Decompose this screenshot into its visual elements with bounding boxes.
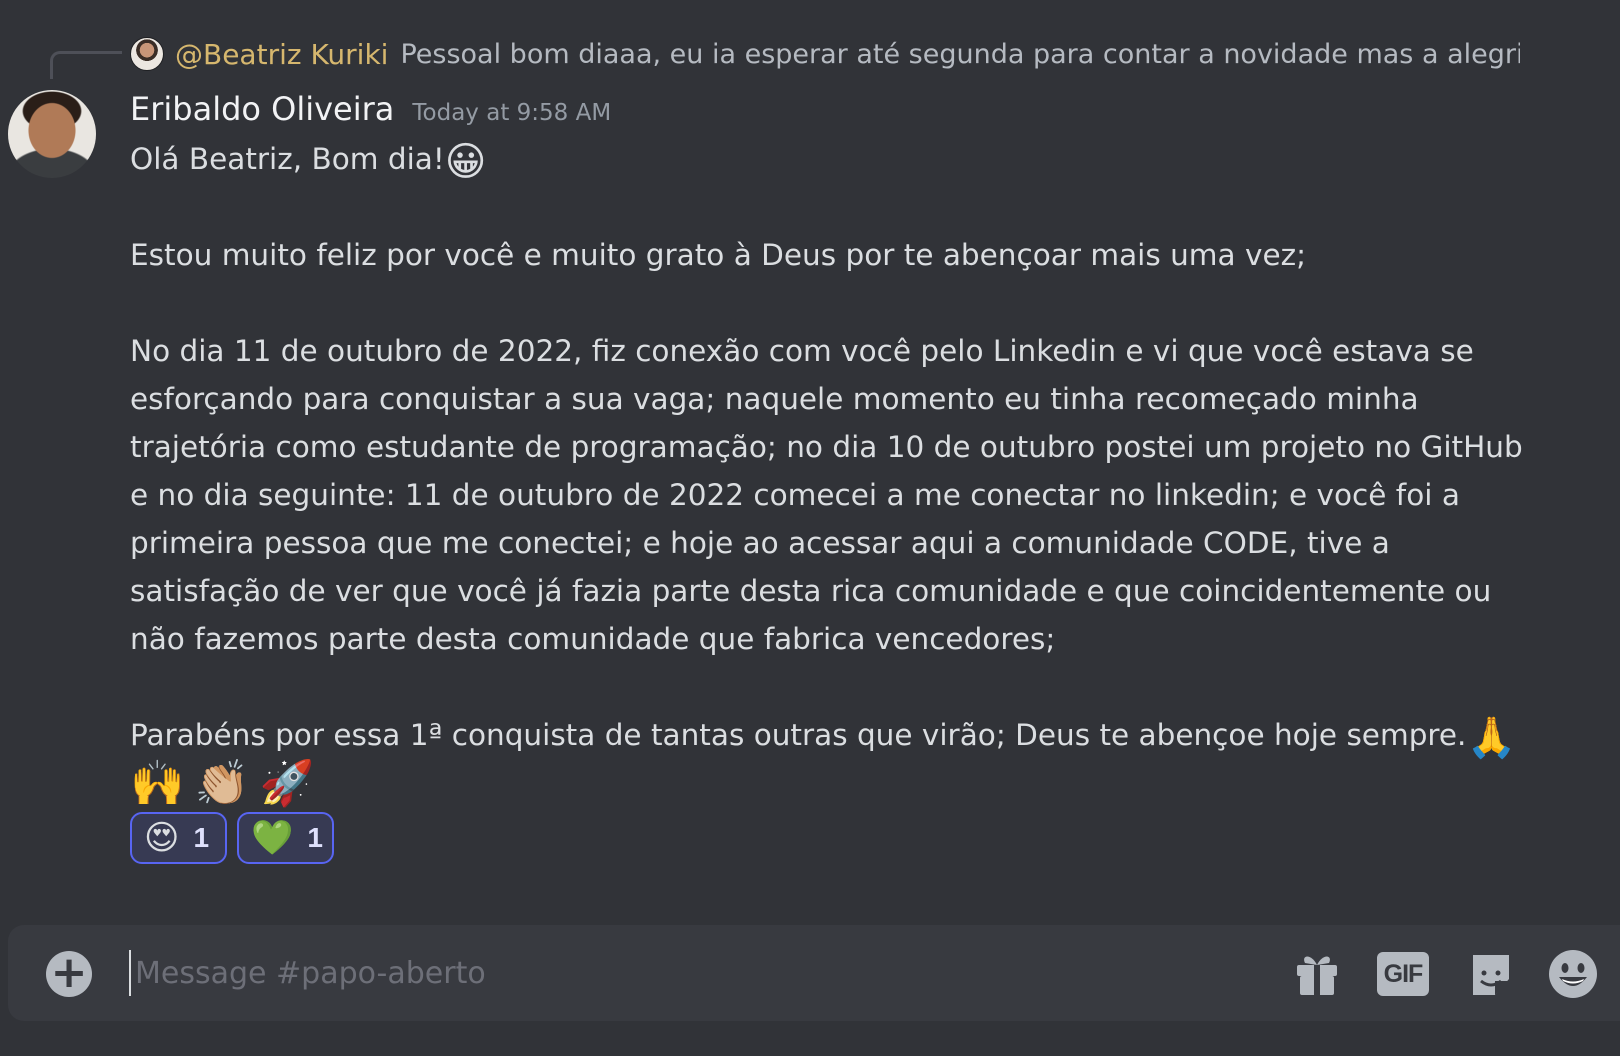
reaction-heart-eyes[interactable]: 😍 1 <box>130 812 227 864</box>
sticker-icon[interactable] <box>1468 949 1514 999</box>
message-content: Olá Beatriz, Bom dia!😀 Estou muito feliz… <box>130 135 1530 809</box>
message-input[interactable] <box>131 943 1231 1003</box>
avatar[interactable] <box>8 90 96 178</box>
closing-text: Parabéns por essa 1ª conquista de tantas… <box>130 718 1467 752</box>
reaction-count: 1 <box>307 822 323 853</box>
gif-label: GIF <box>1377 952 1429 996</box>
reaction-green-heart[interactable]: 💚 1 <box>237 812 334 864</box>
message-timestamp: Today at 9:58 AM <box>412 100 612 126</box>
heart-eyes-emoji-icon: 😍 <box>144 818 180 858</box>
emoji-smile-icon[interactable] <box>1548 949 1598 999</box>
emoji-line: 🙌 👏🏼 🚀 <box>130 759 1530 809</box>
message-header: Eribaldo Oliveira Today at 9:58 AM <box>130 90 611 134</box>
message-paragraph: Estou muito feliz por você e muito grato… <box>130 238 1307 272</box>
message-paragraph: No dia 11 de outubro de 2022, fiz conexã… <box>130 334 1533 656</box>
gif-icon[interactable]: GIF <box>1376 949 1430 999</box>
greeting-text: Olá Beatriz, Bom dia! <box>130 142 445 176</box>
message-author[interactable]: Eribaldo Oliveira <box>130 90 394 128</box>
reply-spine <box>50 51 122 79</box>
message-composer: + GIF <box>8 925 1620 1021</box>
reactions: 😍 1 💚 1 <box>130 812 334 864</box>
grinning-face-emoji-icon: 😀 <box>444 139 487 185</box>
message-paragraph: Parabéns por essa 1ª conquista de tantas… <box>130 711 1530 759</box>
message-line-greeting: Olá Beatriz, Bom dia!😀 <box>130 135 1530 183</box>
reply-author[interactable]: @Beatriz Kuriki <box>175 38 388 71</box>
rocket-emoji-icon: 🚀 <box>259 758 315 809</box>
reaction-count: 1 <box>193 822 210 853</box>
folded-hands-emoji-icon: 🙏 <box>1466 715 1517 761</box>
reply-preview-text[interactable]: Pessoal bom diaaa, eu ia esperar até seg… <box>400 39 1520 70</box>
reply-avatar[interactable] <box>130 37 164 71</box>
reply-reference[interactable]: @Beatriz Kuriki Pessoal bom diaaa, eu ia… <box>130 36 1520 72</box>
gift-icon[interactable] <box>1293 949 1341 999</box>
text-caret <box>129 950 131 996</box>
clapping-hands-emoji-icon: 👏🏼 <box>194 758 250 809</box>
raising-hands-emoji-icon: 🙌 <box>130 758 185 809</box>
green-heart-emoji-icon: 💚 <box>251 818 294 858</box>
plus-circle-icon[interactable]: + <box>46 951 92 997</box>
